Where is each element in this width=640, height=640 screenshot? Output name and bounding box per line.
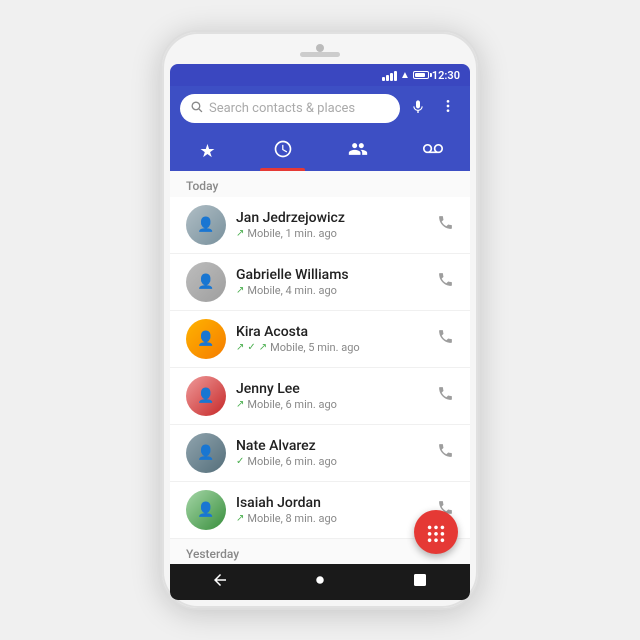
contact-list-today: 👤 Jan Jedrzejowicz ↗ Mobile, 1 min. ago: [170, 197, 470, 539]
avatar: 👤: [186, 433, 226, 473]
section-label-today: Today: [170, 171, 470, 197]
call-arrow-icon: ↗: [236, 228, 244, 239]
contact-name: Gabrielle Williams: [236, 267, 423, 283]
search-icon: [190, 100, 203, 117]
contact-detail: ✓ Mobile, 6 min. ago: [236, 455, 423, 468]
call-button[interactable]: [433, 267, 458, 297]
contact-info: Kira Acosta ↗ ✓ ↗ Mobile, 5 min. ago: [236, 324, 423, 354]
avatar: 👤: [186, 319, 226, 359]
bottom-nav: [170, 564, 470, 600]
avatar: 👤: [186, 205, 226, 245]
mic-button[interactable]: [408, 97, 428, 120]
section-today: Today 👤 Jan Jedrzejowicz ↗ Mobile, 1 min…: [170, 171, 470, 539]
status-bar: ▲ 12:30: [170, 64, 470, 86]
contacts-icon: [348, 139, 368, 164]
phone-screen: ▲ 12:30 Search contacts & places: [170, 64, 470, 600]
status-time: 12:30: [432, 69, 460, 82]
dialpad-icon: [425, 521, 447, 543]
call-button[interactable]: [433, 438, 458, 468]
tab-voicemail[interactable]: [395, 131, 470, 171]
contact-name: Jan Jedrzejowicz: [236, 210, 423, 226]
contact-name: Nate Alvarez: [236, 438, 423, 454]
tab-recents[interactable]: [245, 131, 320, 171]
phone-camera: [316, 44, 324, 52]
recents-button[interactable]: [397, 567, 443, 598]
more-options-button[interactable]: [436, 96, 460, 121]
list-item[interactable]: 👤 Gabrielle Williams ↗ Mobile, 4 min. ag…: [170, 254, 470, 311]
favorites-icon: ★: [199, 141, 215, 162]
search-placeholder: Search contacts & places: [209, 101, 390, 116]
phone-top-bar: [170, 42, 470, 64]
search-bar: Search contacts & places: [170, 86, 470, 131]
contact-detail: ↗ ✓ ↗ Mobile, 5 min. ago: [236, 341, 423, 354]
check-icon: ✓: [236, 456, 244, 467]
call-arrow-icon: ↗: [236, 399, 244, 410]
list-item[interactable]: 👤 Jenny Lee ↗ Mobile, 6 min. ago: [170, 368, 470, 425]
check-icon: ✓: [247, 342, 255, 353]
contact-info: Nate Alvarez ✓ Mobile, 6 min. ago: [236, 438, 423, 468]
contact-info: Gabrielle Williams ↗ Mobile, 4 min. ago: [236, 267, 423, 297]
contact-detail: ↗ Mobile, 8 min. ago: [236, 512, 423, 525]
avatar: 👤: [186, 262, 226, 302]
home-button[interactable]: [297, 567, 343, 598]
recents-icon: [273, 139, 293, 164]
content-area: Today 👤 Jan Jedrzejowicz ↗ Mobile, 1 min…: [170, 171, 470, 564]
dialpad-fab-button[interactable]: [414, 510, 458, 554]
contact-detail: ↗ Mobile, 4 min. ago: [236, 284, 423, 297]
call-outgoing-icon: ↗: [236, 342, 244, 353]
contact-name: Kira Acosta: [236, 324, 423, 340]
contact-info: Jan Jedrzejowicz ↗ Mobile, 1 min. ago: [236, 210, 423, 240]
call-button[interactable]: [433, 324, 458, 354]
avatar: 👤: [186, 376, 226, 416]
search-input-wrapper[interactable]: Search contacts & places: [180, 94, 400, 123]
contact-name: Jenny Lee: [236, 381, 423, 397]
call-arrow-icon: ↗: [236, 285, 244, 296]
call-outgoing-icon2: ↗: [259, 342, 267, 353]
call-button[interactable]: [433, 210, 458, 240]
list-item[interactable]: 👤 Nate Alvarez ✓ Mobile, 6 min. ago: [170, 425, 470, 482]
phone-speaker: [300, 52, 340, 57]
list-item[interactable]: 👤 Jan Jedrzejowicz ↗ Mobile, 1 min. ago: [170, 197, 470, 254]
tabs-bar: ★: [170, 131, 470, 171]
call-arrow-icon: ↗: [236, 513, 244, 524]
tab-favorites[interactable]: ★: [170, 131, 245, 171]
contact-info: Isaiah Jordan ↗ Mobile, 8 min. ago: [236, 495, 423, 525]
contact-info: Jenny Lee ↗ Mobile, 6 min. ago: [236, 381, 423, 411]
wifi-icon: ▲: [400, 70, 410, 81]
back-button[interactable]: [197, 567, 243, 598]
avatar: 👤: [186, 490, 226, 530]
phone-device: ▲ 12:30 Search contacts & places: [160, 30, 480, 610]
signal-icon: [382, 69, 397, 81]
battery-icon: [413, 71, 429, 79]
call-button[interactable]: [433, 381, 458, 411]
status-icons: ▲ 12:30: [382, 69, 460, 82]
tab-contacts[interactable]: [320, 131, 395, 171]
contact-name: Isaiah Jordan: [236, 495, 423, 511]
contact-detail: ↗ Mobile, 6 min. ago: [236, 398, 423, 411]
voicemail-icon: [423, 139, 443, 164]
list-item[interactable]: 👤 Kira Acosta ↗ ✓ ↗ Mobile, 5 min. ago: [170, 311, 470, 368]
contact-detail: ↗ Mobile, 1 min. ago: [236, 227, 423, 240]
